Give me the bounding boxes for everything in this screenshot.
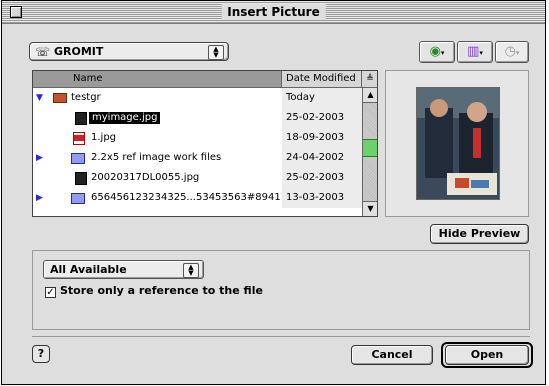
file-date: 25-02-2003 [282, 168, 362, 188]
location-popup[interactable]: ☏ GROMIT ▲ ▼ [29, 42, 229, 61]
favorites-button[interactable]: ▥▾ [457, 41, 493, 63]
file-date: 25-02-2003 [282, 108, 362, 128]
image-file-icon [75, 112, 87, 125]
sort-order-icon[interactable]: ≜ [362, 71, 377, 88]
list-item[interactable]: ▼ testgr Today [33, 88, 362, 108]
list-item[interactable]: myimage.jpg 25-02-2003 [33, 108, 362, 128]
title-bar[interactable]: Insert Picture [2, 1, 545, 24]
hide-preview-button[interactable]: Hide Preview [430, 224, 529, 244]
store-reference-checkbox[interactable]: ✓ [45, 287, 56, 298]
popup-arrows-icon: ▲ ▼ [208, 45, 224, 60]
clock-icon: ◷ [504, 44, 516, 59]
list-item[interactable]: ▶ 2.2x5 ref image work files 24-04-2002 [33, 148, 362, 168]
insert-picture-dialog: Insert Picture ☏ GROMIT ▲ ▼ ◉▾ ▥▾ ◷▾ Name… [1, 0, 546, 385]
cancel-button[interactable]: Cancel [351, 345, 433, 365]
file-name: 20020317DL0055.jpg [91, 172, 200, 183]
disclosure-closed-icon[interactable]: ▶ [36, 148, 43, 168]
image-file-icon [75, 172, 87, 185]
store-reference-label[interactable]: Store only a reference to the file [60, 284, 263, 297]
preview-image [416, 87, 500, 200]
file-date: 13-03-2003 [282, 188, 362, 208]
file-type-filter-popup[interactable]: All Available ▲ ▼ [43, 260, 204, 279]
file-name: 656456123234325...53453563#89411 [91, 192, 288, 203]
scroll-down-arrow-icon[interactable]: ▼ [363, 201, 377, 216]
open-button[interactable]: Open [445, 345, 529, 365]
date-column-header[interactable]: Date Modified [282, 71, 362, 88]
help-button[interactable]: ? [32, 345, 50, 363]
scroll-up-arrow-icon[interactable]: ▲ [363, 88, 377, 103]
divider [32, 336, 530, 337]
globe-icon: ◉ [429, 44, 441, 59]
disclosure-open-icon[interactable]: ▼ [36, 88, 43, 108]
file-name: testgr [71, 92, 101, 103]
list-item[interactable]: 1.jpg 18-09-2003 [33, 128, 362, 148]
file-date: 24-04-2002 [282, 148, 362, 168]
filter-value: All Available [50, 263, 127, 276]
list-item[interactable]: 20020317DL0055.jpg 25-02-2003 [33, 168, 362, 188]
scroll-thumb[interactable] [363, 139, 377, 157]
file-date: 18-09-2003 [282, 128, 362, 148]
close-box[interactable] [10, 6, 22, 18]
preview-pane [385, 70, 529, 217]
jpeg-file-icon [73, 132, 85, 145]
folder-icon [53, 93, 67, 103]
network-volume-icon: ☏ [35, 45, 51, 59]
file-name: 2.2x5 ref image work files [91, 152, 222, 163]
recent-button[interactable]: ◷▾ [495, 41, 529, 63]
vertical-scrollbar[interactable]: ▲ ▼ [362, 88, 377, 216]
location-label: GROMIT [54, 45, 104, 58]
preview-photo [417, 88, 499, 199]
file-date: Today [282, 88, 362, 108]
disclosure-closed-icon[interactable]: ▶ [36, 188, 43, 208]
file-name: myimage.jpg [89, 112, 161, 124]
window-title: Insert Picture [221, 4, 326, 20]
popup-arrows-icon: ▲ ▼ [183, 263, 199, 278]
folder-icon [71, 153, 85, 164]
file-list[interactable]: Name Date Modified ≜ ▼ testgr Today myim… [32, 70, 378, 217]
options-panel: All Available ▲ ▼ ✓ Store only a referenc… [32, 250, 530, 330]
name-column-header[interactable]: Name [33, 71, 282, 88]
file-name: 1.jpg [91, 132, 117, 143]
folder-icon [71, 193, 85, 204]
scroll-track[interactable] [363, 103, 377, 202]
shortcuts-button[interactable]: ◉▾ [419, 41, 455, 63]
list-item[interactable]: ▶ 656456123234325...53453563#89411 13-03… [33, 188, 362, 208]
bookmarks-icon: ▥ [467, 44, 480, 59]
